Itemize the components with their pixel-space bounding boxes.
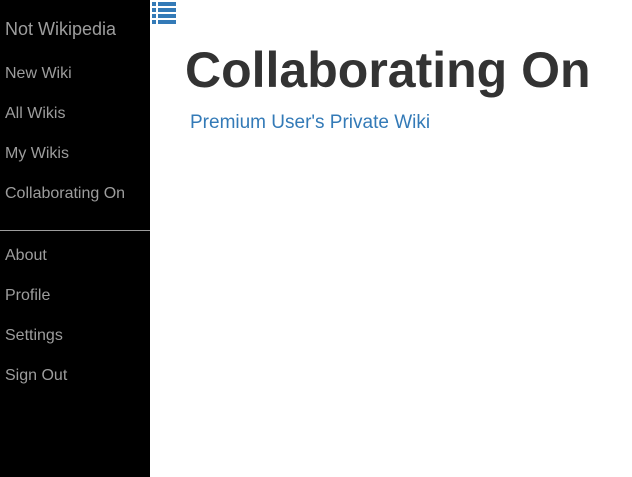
sidebar-item-settings[interactable]: Settings bbox=[5, 327, 63, 345]
wiki-link[interactable]: Premium User's Private Wiki bbox=[190, 112, 430, 134]
sidebar: Not Wikipedia New Wiki All Wikis My Wiki… bbox=[0, 0, 150, 477]
sidebar-item-profile[interactable]: Profile bbox=[5, 287, 50, 305]
sidebar-item-sign-out[interactable]: Sign Out bbox=[5, 367, 67, 385]
sidebar-item-my-wikis[interactable]: My Wikis bbox=[5, 145, 69, 163]
sidebar-item-all-wikis[interactable]: All Wikis bbox=[5, 105, 65, 123]
menu-toggle-button[interactable] bbox=[152, 1, 177, 25]
brand-link[interactable]: Not Wikipedia bbox=[5, 19, 116, 40]
list-icon bbox=[152, 2, 176, 24]
sidebar-item-new-wiki[interactable]: New Wiki bbox=[5, 65, 72, 83]
sidebar-item-about[interactable]: About bbox=[5, 247, 47, 265]
sidebar-item-collaborating-on[interactable]: Collaborating On bbox=[5, 185, 125, 203]
page-title: Collaborating On bbox=[185, 42, 591, 98]
sidebar-divider bbox=[0, 230, 150, 231]
